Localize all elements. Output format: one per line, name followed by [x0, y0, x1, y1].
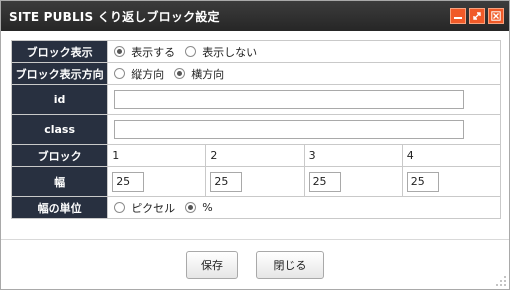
vertical-radio[interactable]: [114, 68, 126, 79]
row-width-unit: 幅の単位 ピクセル %: [10, 196, 501, 219]
width-unit-label: 幅の単位: [10, 196, 109, 219]
block-column-1: 1: [107, 144, 207, 167]
block-settings-dialog: SITE PUBLIS くり返しブロック設定 ブロック表示 表示する 表示しない…: [0, 0, 510, 290]
horizontal-radio-label[interactable]: 横方向: [191, 66, 224, 82]
width-input-2[interactable]: 25: [210, 171, 243, 192]
window-controls: [450, 8, 509, 24]
row-block-direction: ブロック表示方向 縦方向 横方向: [10, 62, 501, 85]
id-label: id: [10, 84, 109, 115]
width-input-3[interactable]: 25: [308, 171, 341, 192]
show-radio[interactable]: [114, 46, 126, 57]
form-content: ブロック表示 表示する 表示しない ブロック表示方向 縦方向 横方向 id cl…: [1, 31, 509, 219]
save-button[interactable]: 保存: [186, 250, 238, 279]
block-column-3: 3: [303, 144, 403, 167]
resize-grip-icon[interactable]: [495, 275, 507, 287]
block-direction-label: ブロック表示方向: [10, 62, 109, 85]
row-blocks: ブロック 1 2 3 4: [10, 144, 502, 167]
row-class: class: [10, 114, 501, 145]
window-title: SITE PUBLIS くり返しブロック設定: [9, 9, 220, 24]
settings-table: ブロック表示 表示する 表示しない ブロック表示方向 縦方向 横方向 id cl…: [10, 40, 502, 219]
block-display-label: ブロック表示: [10, 40, 109, 63]
pixel-radio[interactable]: [114, 202, 126, 213]
id-input[interactable]: [114, 90, 465, 109]
hide-radio-label[interactable]: 表示しない: [202, 44, 257, 60]
width-label: 幅: [10, 166, 109, 197]
vertical-radio-label[interactable]: 縦方向: [131, 66, 164, 82]
block-column-4: 4: [401, 144, 502, 167]
width-unit-options: ピクセル %: [114, 200, 500, 216]
percent-radio-label[interactable]: %: [202, 201, 212, 214]
width-input-4[interactable]: 25: [406, 171, 439, 192]
minimize-icon[interactable]: [450, 8, 466, 24]
row-width: 幅 25 25 25 25: [10, 166, 502, 197]
class-input[interactable]: [114, 120, 465, 139]
horizontal-radio[interactable]: [174, 68, 186, 79]
dialog-footer: 保存 閉じる: [1, 239, 509, 289]
block-column-2: 2: [205, 144, 305, 167]
class-label: class: [10, 114, 109, 145]
block-direction-options: 縦方向 横方向: [114, 66, 500, 82]
blocks-label: ブロック: [10, 144, 109, 167]
percent-radio[interactable]: [185, 202, 197, 213]
row-block-display: ブロック表示 表示する 表示しない: [10, 40, 501, 63]
hide-radio[interactable]: [185, 46, 197, 57]
title-bar[interactable]: SITE PUBLIS くり返しブロック設定: [1, 1, 509, 31]
maximize-icon[interactable]: [469, 8, 485, 24]
close-button[interactable]: 閉じる: [256, 250, 324, 279]
block-display-options: 表示する 表示しない: [114, 44, 500, 60]
row-id: id: [10, 84, 501, 115]
close-icon[interactable]: [488, 8, 504, 24]
width-input-1[interactable]: 25: [112, 171, 145, 192]
show-radio-label[interactable]: 表示する: [131, 44, 175, 60]
pixel-radio-label[interactable]: ピクセル: [131, 200, 175, 216]
